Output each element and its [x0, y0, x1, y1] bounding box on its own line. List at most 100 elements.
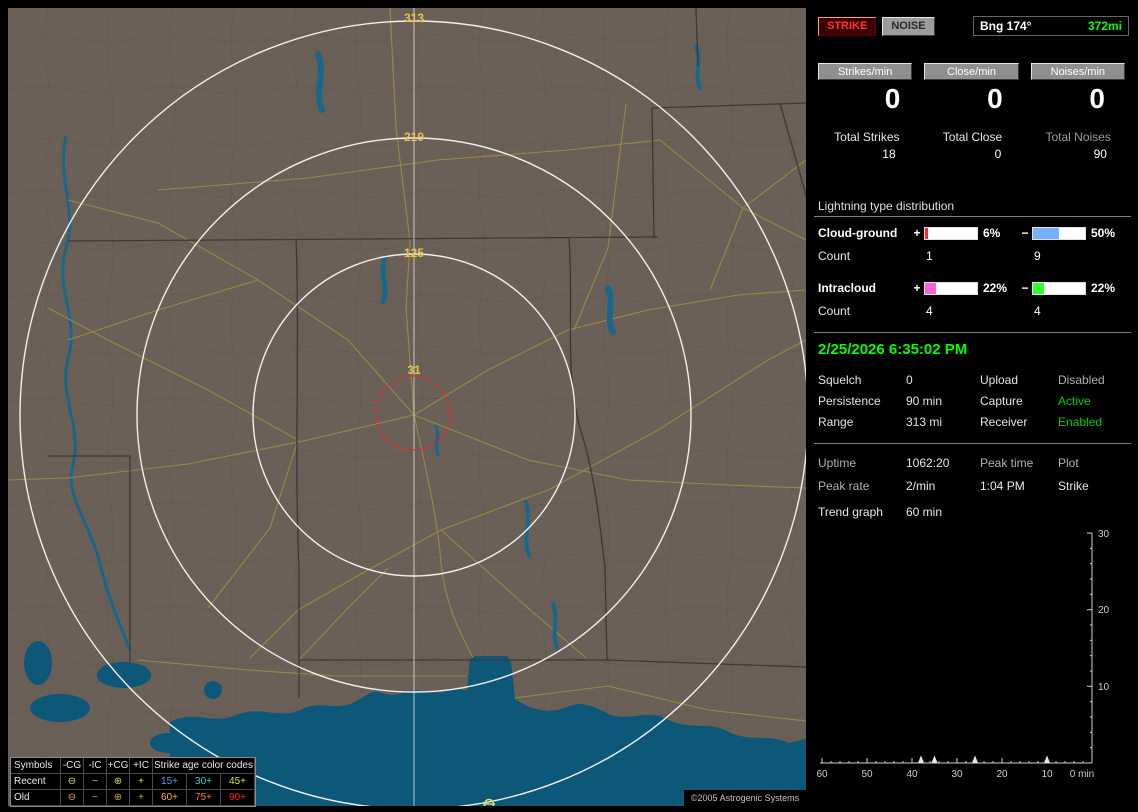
- intracloud-row: Intracloud + 22% − 22%: [818, 281, 1131, 295]
- peak-time-value: 1:04 PM: [980, 479, 1025, 493]
- upload-status: Disabled: [1058, 373, 1105, 387]
- total-strikes-value: 18: [882, 147, 896, 161]
- ic-negative-pct: 22%: [1091, 281, 1116, 295]
- total-noises-value: 90: [1093, 147, 1107, 161]
- settings-grid: Squelch 0 Upload Disabled Persistence 90…: [818, 373, 1131, 429]
- legend-age-header: Strike age color codes: [153, 758, 255, 774]
- count-label: Count: [818, 304, 851, 318]
- range-ring-label: 219: [404, 130, 424, 144]
- ic-negative-count: 4: [1034, 304, 1041, 318]
- trend-graph: 30 20 10 60 50 40 30 20 10 0 min: [816, 529, 1110, 780]
- range-value: 313 mi: [906, 415, 943, 429]
- trend-graph-value: 60 min: [906, 505, 943, 519]
- bearing-readout: Bng 174° 372mi: [973, 16, 1129, 36]
- cloud-ground-count-row: Count 1 9: [818, 249, 1131, 263]
- trend-series: [821, 532, 1093, 764]
- plus-sign: +: [913, 226, 921, 240]
- strikes-per-min-button[interactable]: Strikes/min: [818, 63, 913, 80]
- age-badge-45: 45+: [221, 774, 255, 790]
- cg-positive-count: 1: [926, 249, 933, 263]
- cg-negative-bar: [1032, 226, 1086, 240]
- y-tick-label: 10: [1098, 682, 1110, 693]
- squelch-label: Squelch: [818, 373, 862, 387]
- cloud-ground-label: Cloud-ground: [818, 226, 898, 240]
- old-ic-neg-icon: −: [84, 790, 107, 806]
- lightning-map[interactable]: 313 219 125 31: [8, 8, 806, 806]
- total-noises-label: Total Noises: [1045, 130, 1111, 144]
- recent-cg-neg-icon: ⊖: [61, 774, 84, 790]
- legend-col-cg-neg: -CG: [61, 758, 84, 774]
- app-window: 313 219 125 31 Symbols -CG -IC +CG +IC S…: [0, 0, 1138, 812]
- x-tick-label: 10: [1041, 769, 1053, 780]
- range-label: Range: [818, 415, 854, 429]
- trend-graph-row: Trend graph 60 min: [818, 505, 1131, 519]
- capture-status: Active: [1058, 394, 1091, 408]
- recent-ic-neg-icon: −: [84, 774, 107, 790]
- close-per-min-button[interactable]: Close/min: [924, 63, 1019, 80]
- legend-symbols-header: Symbols: [11, 758, 61, 774]
- old-cg-neg-icon: ⊖: [61, 790, 84, 806]
- cg-negative-count: 9: [1034, 249, 1041, 263]
- trend-graph-label: Trend graph: [818, 505, 883, 519]
- noises-per-min-value: 0: [1089, 83, 1105, 114]
- map-canvas[interactable]: 313 219 125 31: [8, 8, 806, 806]
- y-tick-label: 30: [1098, 529, 1110, 540]
- x-tick-label: 0 min: [1070, 769, 1094, 780]
- rate-buttons: Strikes/min Close/min Noises/min: [818, 63, 1125, 80]
- total-close-label: Total Close: [942, 130, 1003, 144]
- count-label: Count: [818, 249, 851, 263]
- strike-mode-button[interactable]: STRIKE: [818, 16, 877, 36]
- peak-rate-value: 2/min: [906, 479, 936, 493]
- intracloud-label: Intracloud: [818, 281, 877, 295]
- minus-sign: −: [1021, 226, 1029, 240]
- age-badge-75: 75+: [187, 790, 221, 806]
- recent-ic-pos-icon: +: [130, 774, 153, 790]
- legend-col-ic-neg: -IC: [84, 758, 107, 774]
- age-badge-90: 90+: [221, 790, 255, 806]
- x-tick-label: 40: [906, 769, 918, 780]
- x-tick-label: 60: [816, 769, 828, 780]
- ic-positive-count: 4: [926, 304, 933, 318]
- range-ring-label: 313: [404, 11, 424, 25]
- uptime-value: 1062:20: [906, 456, 950, 470]
- legend-recent-label: Recent: [11, 774, 61, 790]
- total-strikes-label: Total Strikes: [834, 130, 900, 144]
- capture-label: Capture: [980, 394, 1023, 408]
- ic-positive-pct: 22%: [983, 281, 1008, 295]
- receiver-label: Receiver: [980, 415, 1028, 429]
- receiver-status: Enabled: [1058, 415, 1103, 429]
- legend-col-ic-pos: +IC: [130, 758, 153, 774]
- mode-toolbar: STRIKE NOISE Bng 174° 372mi: [818, 16, 1129, 36]
- cg-positive-bar: [924, 226, 978, 240]
- recent-cg-pos-icon: ⊕: [107, 774, 130, 790]
- totals-values: 18 0 90: [814, 147, 1131, 161]
- ic-positive-bar: [924, 281, 978, 295]
- total-close-value: 0: [994, 147, 1002, 161]
- stats-grid: Uptime 1062:20 Peak time Plot Peak rate …: [818, 456, 1131, 493]
- distribution-title: Lightning type distribution: [818, 199, 955, 213]
- minus-sign: −: [1021, 281, 1029, 295]
- peak-rate-label: Peak rate: [818, 479, 870, 493]
- map-legend: Symbols -CG -IC +CG +IC Strike age color…: [10, 757, 256, 807]
- intracloud-count-row: Count 4 4: [818, 304, 1131, 318]
- bearing-range-value: 372mi: [1087, 19, 1122, 33]
- ic-negative-bar: [1032, 281, 1086, 295]
- legend-col-cg-pos: +CG: [107, 758, 130, 774]
- legend-old-label: Old: [11, 790, 61, 806]
- bearing-label: Bng 174°: [980, 19, 1032, 33]
- noises-per-min-button[interactable]: Noises/min: [1030, 63, 1125, 80]
- squelch-value: 0: [906, 373, 913, 387]
- separator: [814, 216, 1131, 217]
- datetime-display: 2/25/2026 6:35:02 PM: [818, 341, 968, 358]
- x-tick-label: 30: [951, 769, 963, 780]
- plus-sign: +: [913, 281, 921, 295]
- age-badge-30: 30+: [187, 774, 221, 790]
- old-ic-pos-icon: +: [130, 790, 153, 806]
- upload-label: Upload: [980, 373, 1019, 387]
- old-cg-pos-icon: ⊕: [107, 790, 130, 806]
- persistence-label: Persistence: [818, 394, 881, 408]
- noise-mode-button[interactable]: NOISE: [882, 16, 935, 36]
- cg-negative-pct: 50%: [1091, 226, 1116, 240]
- x-tick-label: 20: [996, 769, 1008, 780]
- separator: [814, 443, 1131, 444]
